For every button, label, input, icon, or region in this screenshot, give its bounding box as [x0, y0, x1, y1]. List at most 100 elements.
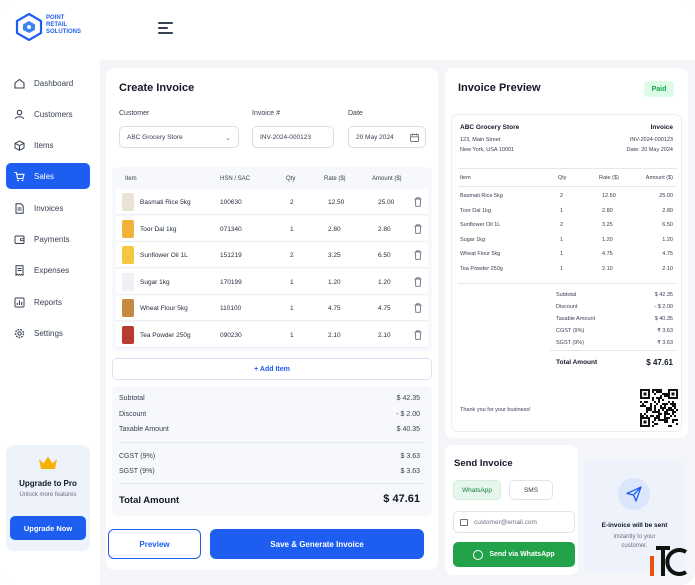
invoice-number-value: INV-2024-000123 — [260, 133, 311, 141]
discount-value: - $ 2.00 — [396, 411, 420, 418]
document-title: Invoice — [650, 124, 673, 131]
store-address-line-1: 123, Main Street — [460, 137, 501, 143]
preview-item-cell: Sunflower Oil 1L — [460, 222, 501, 228]
preview-item-cell: Tea Powder 250g — [460, 265, 503, 272]
date-input[interactable]: 20 May 2024 — [348, 126, 426, 148]
qty-cell: 1 — [290, 305, 294, 312]
upgrade-now-button[interactable]: Upgrade Now — [10, 516, 86, 540]
document-number: INV-2024-000123 — [629, 137, 673, 143]
preview-total-row-value: ₹ 3.63 — [657, 328, 673, 334]
add-item-button[interactable]: + Add Item — [112, 358, 432, 380]
column-header: Rate ($) — [599, 175, 619, 181]
email-field[interactable]: customer@email.com — [453, 511, 575, 533]
preview-rate-cell: 1.20 — [602, 236, 613, 243]
table-row: Basmati Rice 5kg 100630 2 12.50 25.00 — [116, 189, 428, 215]
preview-total-row-value: ₹ 3.63 — [657, 340, 673, 346]
preview-qty-cell: 1 — [560, 251, 564, 257]
summary-box: Subtotal $ 42.35 Discount - $ 2.00 Taxab… — [112, 386, 432, 516]
store-address-line-2: New York, USA 10001 — [460, 147, 515, 153]
sidebar-item-settings[interactable]: Settings — [6, 320, 90, 346]
preview-qty-cell: 2 — [560, 222, 564, 228]
sidebar-item-dashboard[interactable]: Dashboard — [6, 70, 90, 96]
rate-cell: 2.80 — [328, 225, 341, 233]
sidebar-item-sales[interactable]: Sales — [6, 163, 90, 189]
brand-name: POINT RETAIL SOLUTIONS — [46, 15, 81, 36]
preview-amount-cell: 1.20 — [662, 236, 673, 243]
subtotal-label: Subtotal — [119, 395, 145, 402]
trash-icon[interactable] — [414, 250, 422, 260]
table-row: Tea Powder 250g 090230 1 2.10 2.10 — [116, 321, 428, 348]
brand-logo-icon — [15, 12, 43, 42]
invoice-number-input[interactable]: INV-2024-000123 — [252, 126, 334, 148]
brand-line-2: RETAIL — [46, 22, 68, 28]
brand-line-1: POINT — [46, 15, 65, 21]
divider — [119, 442, 425, 443]
preview-item-cell: Sugar 1kg — [460, 236, 486, 243]
box-icon — [14, 139, 25, 151]
chevron-down-icon: ⌄ — [225, 135, 231, 142]
taxable-label: Taxable Amount — [119, 426, 169, 433]
preview-amount-cell: 2.10 — [662, 265, 673, 272]
column-header: Item — [460, 175, 471, 181]
hsn-cell: 071340 — [220, 225, 242, 233]
trash-icon[interactable] — [414, 197, 422, 207]
preview-total-row-label: Taxable Amount — [556, 316, 596, 322]
trash-icon[interactable] — [414, 303, 422, 313]
divider — [458, 186, 677, 187]
item-name-cell: Tea Powder 250g — [140, 331, 191, 339]
send-invoice-panel: Send Invoice WhatsApp SMS customer@email… — [445, 445, 578, 575]
preview-title: Invoice Preview — [458, 82, 541, 94]
preview-item-cell: Basmati Rice 5kg — [460, 193, 503, 199]
calendar-icon[interactable] — [410, 133, 419, 142]
trash-icon[interactable] — [414, 223, 422, 234]
document-icon — [14, 202, 25, 214]
column-header: Qty — [286, 176, 296, 182]
sidebar-item-label: Settings — [34, 328, 63, 338]
qty-cell: 1 — [290, 225, 294, 233]
customer-value: ABC Grocery Store — [127, 133, 183, 141]
sidebar-item-reports[interactable]: Reports — [6, 289, 90, 315]
trash-icon[interactable] — [414, 329, 422, 340]
hsn-cell: 170199 — [220, 278, 242, 286]
email-value: customer@email.com — [474, 518, 537, 526]
create-invoice-panel: Create Invoice Customer ABC Grocery Stor… — [106, 68, 438, 570]
preview-button[interactable]: Preview — [108, 529, 201, 559]
document-date: Date: 20 May 2024 — [626, 147, 673, 153]
preview-rate-cell: 2.10 — [602, 265, 613, 272]
whatsapp-icon — [473, 549, 484, 560]
rate-cell: 12.50 — [328, 199, 345, 206]
item-name-cell: Sunflower Oil 1L — [140, 252, 188, 259]
upgrade-subtitle: Unlock more features — [19, 492, 77, 498]
hsn-cell: 090230 — [220, 331, 242, 339]
save-generate-button[interactable]: Save & Generate Invoice — [210, 529, 424, 559]
qty-cell: 2 — [290, 252, 294, 259]
send-via-whatsapp-button[interactable]: Send via WhatsApp — [453, 542, 575, 567]
menu-toggle-icon[interactable] — [158, 22, 173, 34]
preview-total-row-label: Discount — [556, 304, 578, 310]
watermark-logo-icon — [650, 546, 688, 576]
trash-icon[interactable] — [414, 276, 422, 287]
column-header: Item — [125, 176, 137, 182]
tab-sms[interactable]: SMS — [509, 480, 553, 500]
home-icon — [14, 78, 25, 89]
amount-cell: 2.10 — [378, 331, 391, 339]
store-name: ABC Grocery Store — [460, 124, 520, 131]
hsn-cell: 151219 — [220, 252, 242, 259]
sidebar-item-customers[interactable]: Customers — [6, 101, 90, 127]
receipt-icon — [14, 264, 25, 276]
table-row: Sugar 1kg 170199 1 1.20 1.20 — [116, 268, 428, 295]
customer-select[interactable]: ABC Grocery Store ⌄ — [119, 126, 239, 148]
sidebar-item-payments[interactable]: Payments — [6, 226, 90, 252]
table-row: Sunflower Oil 1L 151219 2 3.25 6.50 — [116, 242, 428, 268]
sidebar-item-expenses[interactable]: Expenses — [6, 257, 90, 283]
sidebar-item-label: Payments — [34, 234, 70, 244]
tab-whatsapp[interactable]: WhatsApp — [453, 480, 501, 500]
sidebar-item-items[interactable]: Items — [6, 132, 90, 158]
rate-cell: 3.25 — [328, 252, 341, 259]
item-name-cell: Sugar 1kg — [140, 278, 170, 286]
sgst-value: $ 3.63 — [400, 468, 420, 475]
sidebar-item-invoices[interactable]: Invoices — [6, 195, 90, 221]
preview-total-row-value: $ 40.35 — [654, 316, 673, 322]
cgst-label: CGST (9%) — [119, 453, 156, 460]
preview-total-row-value: - $ 2.00 — [654, 304, 673, 310]
